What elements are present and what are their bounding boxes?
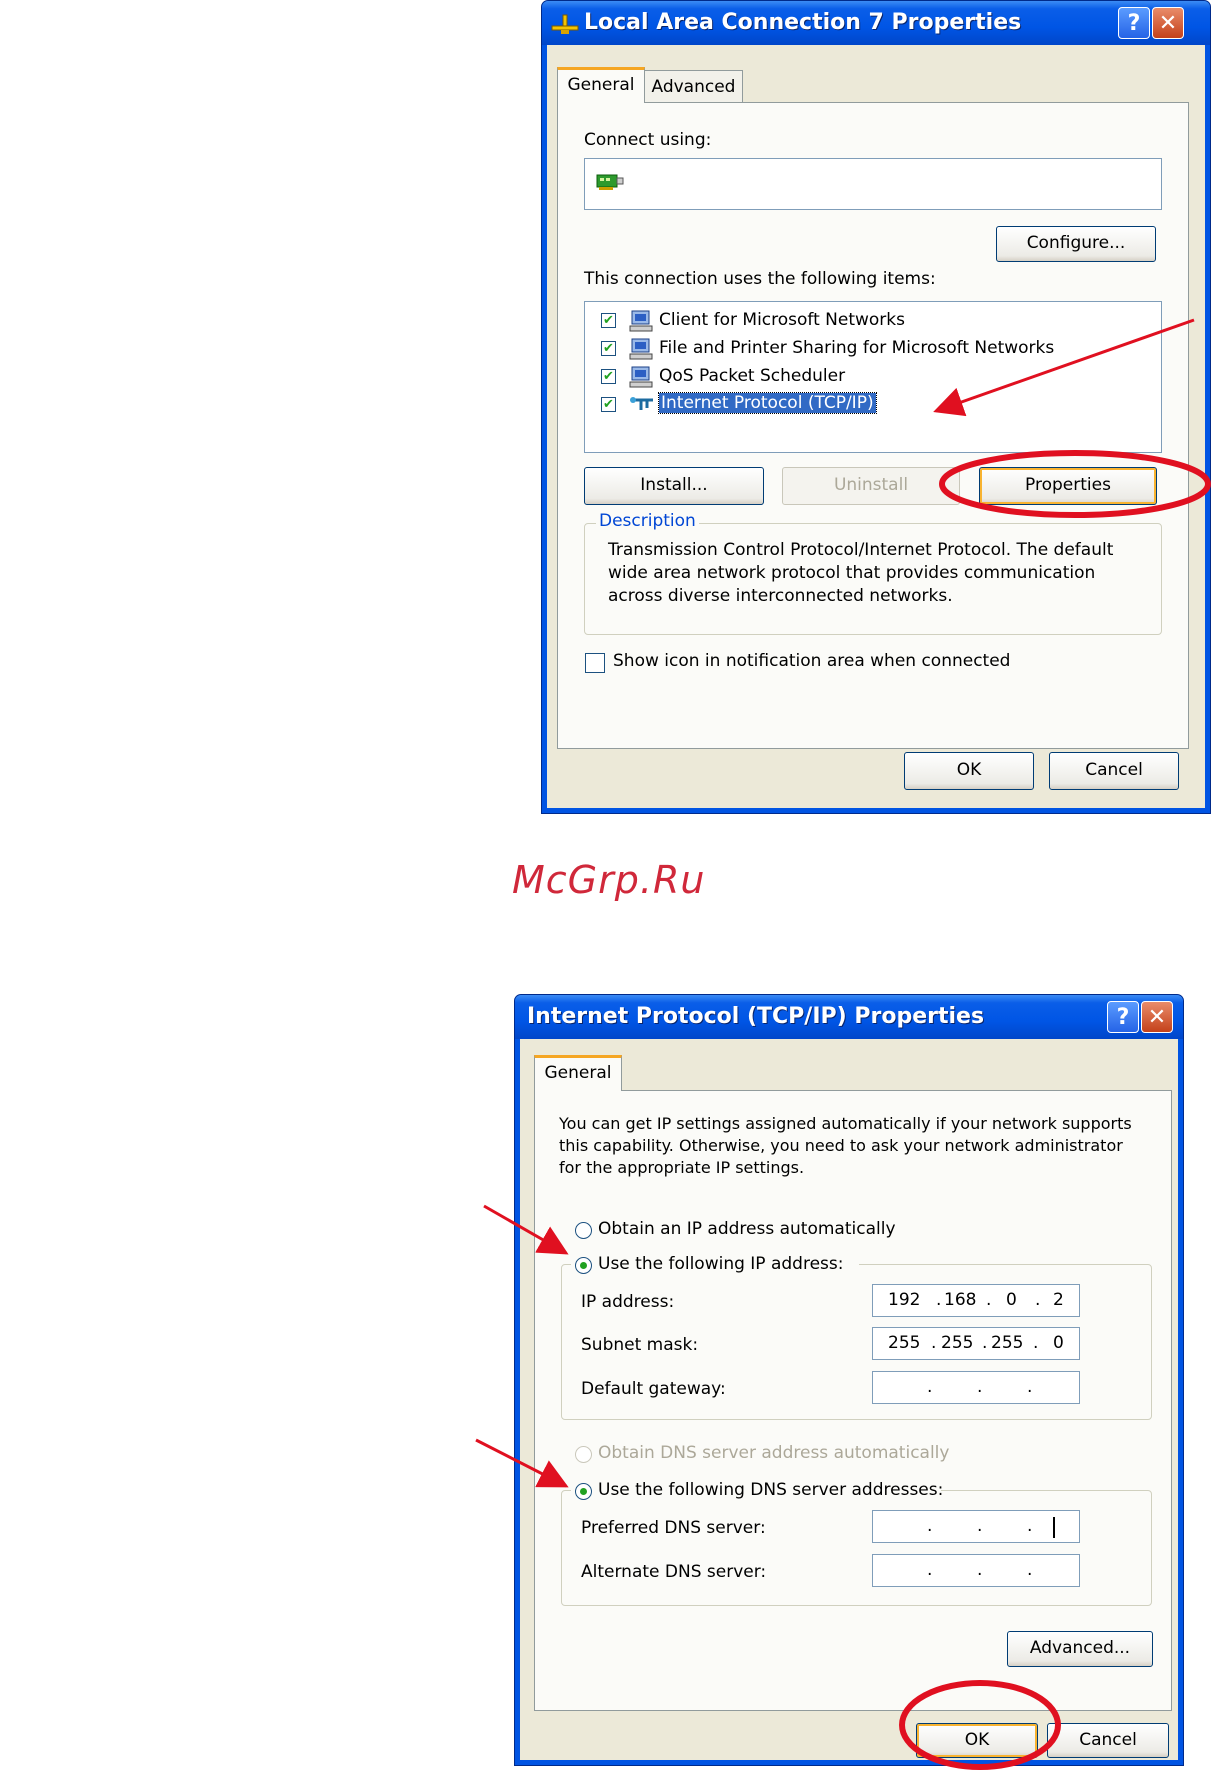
- annotation-arrow-use-dns: [475, 1438, 569, 1488]
- annotation-arrow-use-ip: [483, 1204, 569, 1255]
- tab-general[interactable]: General: [557, 67, 645, 103]
- tab-general[interactable]: General: [534, 1055, 622, 1091]
- annotation-overlay: [475, 318, 1211, 1770]
- annotation-circle-ok: [899, 1680, 1061, 1770]
- annotation-circle-properties: [939, 450, 1211, 518]
- annotation-arrow-tcpip: [933, 318, 1195, 417]
